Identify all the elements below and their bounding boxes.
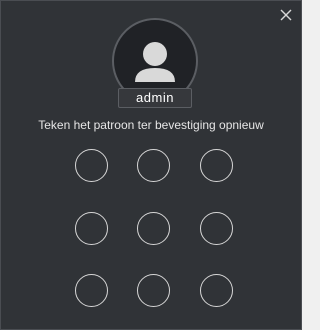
pattern-dot-4[interactable]	[75, 212, 108, 245]
pattern-dot-2[interactable]	[137, 149, 170, 182]
pattern-dot-7[interactable]	[75, 274, 108, 307]
pattern-grid[interactable]	[1, 1, 301, 329]
pattern-confirm-dialog: admin Teken het patroon ter bevestiging …	[0, 0, 302, 330]
pattern-dot-3[interactable]	[200, 149, 233, 182]
pattern-dot-5[interactable]	[137, 212, 170, 245]
pattern-dot-6[interactable]	[200, 212, 233, 245]
pattern-dot-8[interactable]	[137, 274, 170, 307]
pattern-dot-1[interactable]	[75, 149, 108, 182]
pattern-dot-9[interactable]	[200, 274, 233, 307]
